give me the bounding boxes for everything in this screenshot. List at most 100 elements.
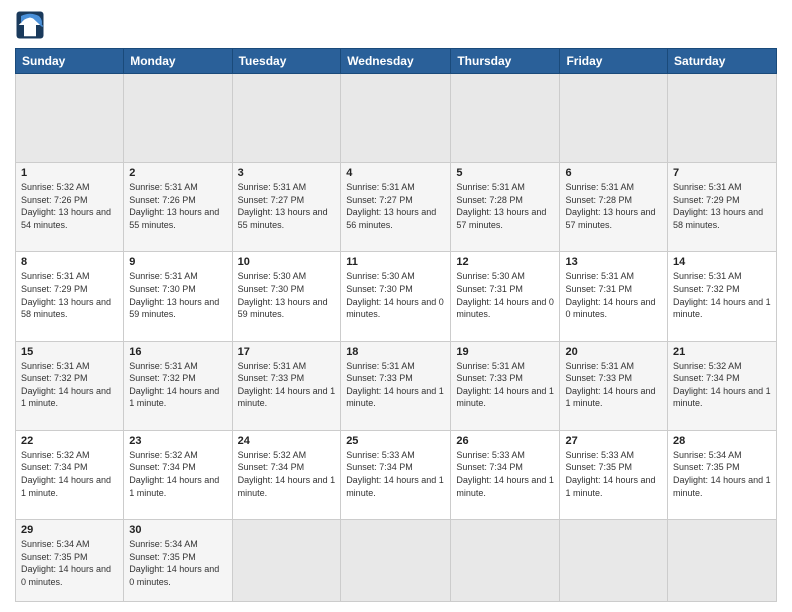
day-info: Sunrise: 5:31 AMSunset: 7:26 PMDaylight:…: [129, 181, 226, 231]
day-info: Sunrise: 5:31 AMSunset: 7:30 PMDaylight:…: [129, 270, 226, 320]
day-info: Sunrise: 5:33 AMSunset: 7:34 PMDaylight:…: [456, 449, 554, 499]
page: SundayMondayTuesdayWednesdayThursdayFrid…: [0, 0, 792, 612]
calendar-cell: [560, 74, 668, 163]
day-number: 12: [456, 256, 554, 268]
day-number: 14: [673, 256, 771, 268]
day-info: Sunrise: 5:31 AMSunset: 7:33 PMDaylight:…: [456, 360, 554, 410]
calendar-cell: [668, 520, 777, 602]
calendar-cell: 24 Sunrise: 5:32 AMSunset: 7:34 PMDaylig…: [232, 430, 341, 519]
calendar-cell: 2 Sunrise: 5:31 AMSunset: 7:26 PMDayligh…: [124, 163, 232, 252]
calendar-week-row: 1 Sunrise: 5:32 AMSunset: 7:26 PMDayligh…: [16, 163, 777, 252]
day-number: 18: [346, 346, 445, 358]
day-number: 13: [565, 256, 662, 268]
day-info: Sunrise: 5:31 AMSunset: 7:33 PMDaylight:…: [565, 360, 662, 410]
day-number: 25: [346, 435, 445, 447]
calendar-cell: [16, 74, 124, 163]
calendar-cell: 6 Sunrise: 5:31 AMSunset: 7:28 PMDayligh…: [560, 163, 668, 252]
day-info: Sunrise: 5:31 AMSunset: 7:27 PMDaylight:…: [238, 181, 336, 231]
calendar-cell: [451, 520, 560, 602]
weekday-header-wednesday: Wednesday: [341, 49, 451, 74]
weekday-header-row: SundayMondayTuesdayWednesdayThursdayFrid…: [16, 49, 777, 74]
calendar-cell: 19 Sunrise: 5:31 AMSunset: 7:33 PMDaylig…: [451, 341, 560, 430]
day-number: 4: [346, 167, 445, 179]
day-number: 24: [238, 435, 336, 447]
calendar-week-row: 15 Sunrise: 5:31 AMSunset: 7:32 PMDaylig…: [16, 341, 777, 430]
weekday-header-friday: Friday: [560, 49, 668, 74]
day-number: 2: [129, 167, 226, 179]
calendar-table: SundayMondayTuesdayWednesdayThursdayFrid…: [15, 48, 777, 602]
calendar-cell: [341, 74, 451, 163]
calendar-week-row: 8 Sunrise: 5:31 AMSunset: 7:29 PMDayligh…: [16, 252, 777, 341]
day-info: Sunrise: 5:32 AMSunset: 7:34 PMDaylight:…: [21, 449, 118, 499]
calendar-cell: 13 Sunrise: 5:31 AMSunset: 7:31 PMDaylig…: [560, 252, 668, 341]
day-number: 30: [129, 524, 226, 536]
day-info: Sunrise: 5:31 AMSunset: 7:29 PMDaylight:…: [673, 181, 771, 231]
calendar-cell: [451, 74, 560, 163]
calendar-cell: 4 Sunrise: 5:31 AMSunset: 7:27 PMDayligh…: [341, 163, 451, 252]
day-number: 9: [129, 256, 226, 268]
day-info: Sunrise: 5:30 AMSunset: 7:30 PMDaylight:…: [238, 270, 336, 320]
day-info: Sunrise: 5:34 AMSunset: 7:35 PMDaylight:…: [129, 538, 226, 588]
calendar-cell: 5 Sunrise: 5:31 AMSunset: 7:28 PMDayligh…: [451, 163, 560, 252]
day-number: 19: [456, 346, 554, 358]
day-info: Sunrise: 5:31 AMSunset: 7:28 PMDaylight:…: [456, 181, 554, 231]
day-info: Sunrise: 5:31 AMSunset: 7:32 PMDaylight:…: [21, 360, 118, 410]
calendar-cell: 16 Sunrise: 5:31 AMSunset: 7:32 PMDaylig…: [124, 341, 232, 430]
day-number: 27: [565, 435, 662, 447]
calendar-cell: 11 Sunrise: 5:30 AMSunset: 7:30 PMDaylig…: [341, 252, 451, 341]
day-number: 16: [129, 346, 226, 358]
calendar-cell: 17 Sunrise: 5:31 AMSunset: 7:33 PMDaylig…: [232, 341, 341, 430]
calendar-cell: 10 Sunrise: 5:30 AMSunset: 7:30 PMDaylig…: [232, 252, 341, 341]
day-number: 29: [21, 524, 118, 536]
day-info: Sunrise: 5:31 AMSunset: 7:31 PMDaylight:…: [565, 270, 662, 320]
calendar-week-row: 29 Sunrise: 5:34 AMSunset: 7:35 PMDaylig…: [16, 520, 777, 602]
calendar-cell: 21 Sunrise: 5:32 AMSunset: 7:34 PMDaylig…: [668, 341, 777, 430]
calendar-cell: 27 Sunrise: 5:33 AMSunset: 7:35 PMDaylig…: [560, 430, 668, 519]
weekday-header-thursday: Thursday: [451, 49, 560, 74]
day-number: 8: [21, 256, 118, 268]
calendar-cell: 3 Sunrise: 5:31 AMSunset: 7:27 PMDayligh…: [232, 163, 341, 252]
day-info: Sunrise: 5:31 AMSunset: 7:27 PMDaylight:…: [346, 181, 445, 231]
calendar-cell: [668, 74, 777, 163]
day-info: Sunrise: 5:33 AMSunset: 7:35 PMDaylight:…: [565, 449, 662, 499]
day-info: Sunrise: 5:34 AMSunset: 7:35 PMDaylight:…: [673, 449, 771, 499]
calendar-cell: 25 Sunrise: 5:33 AMSunset: 7:34 PMDaylig…: [341, 430, 451, 519]
calendar-cell: 8 Sunrise: 5:31 AMSunset: 7:29 PMDayligh…: [16, 252, 124, 341]
day-number: 20: [565, 346, 662, 358]
logo: [15, 10, 47, 40]
day-number: 28: [673, 435, 771, 447]
day-info: Sunrise: 5:32 AMSunset: 7:34 PMDaylight:…: [238, 449, 336, 499]
day-number: 17: [238, 346, 336, 358]
day-info: Sunrise: 5:32 AMSunset: 7:26 PMDaylight:…: [21, 181, 118, 231]
day-number: 6: [565, 167, 662, 179]
header: [15, 10, 777, 40]
day-info: Sunrise: 5:32 AMSunset: 7:34 PMDaylight:…: [129, 449, 226, 499]
calendar-cell: 28 Sunrise: 5:34 AMSunset: 7:35 PMDaylig…: [668, 430, 777, 519]
day-number: 26: [456, 435, 554, 447]
weekday-header-monday: Monday: [124, 49, 232, 74]
calendar-cell: 29 Sunrise: 5:34 AMSunset: 7:35 PMDaylig…: [16, 520, 124, 602]
day-info: Sunrise: 5:33 AMSunset: 7:34 PMDaylight:…: [346, 449, 445, 499]
calendar-cell: 12 Sunrise: 5:30 AMSunset: 7:31 PMDaylig…: [451, 252, 560, 341]
day-number: 23: [129, 435, 226, 447]
calendar-week-row: 22 Sunrise: 5:32 AMSunset: 7:34 PMDaylig…: [16, 430, 777, 519]
day-info: Sunrise: 5:31 AMSunset: 7:29 PMDaylight:…: [21, 270, 118, 320]
day-info: Sunrise: 5:31 AMSunset: 7:32 PMDaylight:…: [129, 360, 226, 410]
day-info: Sunrise: 5:34 AMSunset: 7:35 PMDaylight:…: [21, 538, 118, 588]
day-number: 3: [238, 167, 336, 179]
calendar-cell: 1 Sunrise: 5:32 AMSunset: 7:26 PMDayligh…: [16, 163, 124, 252]
calendar-cell: 20 Sunrise: 5:31 AMSunset: 7:33 PMDaylig…: [560, 341, 668, 430]
day-number: 10: [238, 256, 336, 268]
day-info: Sunrise: 5:31 AMSunset: 7:28 PMDaylight:…: [565, 181, 662, 231]
calendar-cell: [232, 74, 341, 163]
calendar-cell: 23 Sunrise: 5:32 AMSunset: 7:34 PMDaylig…: [124, 430, 232, 519]
day-number: 11: [346, 256, 445, 268]
calendar-week-row: [16, 74, 777, 163]
day-number: 7: [673, 167, 771, 179]
calendar-cell: [232, 520, 341, 602]
calendar-cell: [560, 520, 668, 602]
weekday-header-sunday: Sunday: [16, 49, 124, 74]
day-info: Sunrise: 5:30 AMSunset: 7:31 PMDaylight:…: [456, 270, 554, 320]
day-info: Sunrise: 5:31 AMSunset: 7:33 PMDaylight:…: [238, 360, 336, 410]
calendar-cell: [124, 74, 232, 163]
